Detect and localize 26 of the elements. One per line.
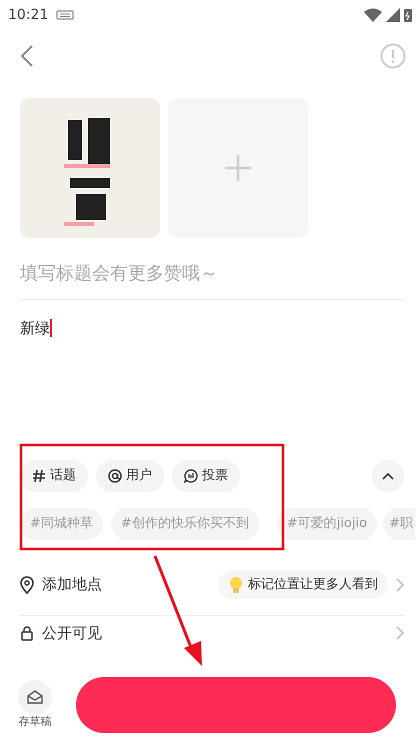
chevron-right-icon xyxy=(396,578,404,592)
visibility-label: 公开可见 xyxy=(42,622,102,644)
poll-icon xyxy=(184,469,198,483)
status-time: 10:21 xyxy=(8,6,48,24)
plus-icon xyxy=(225,155,251,181)
back-icon[interactable] xyxy=(20,44,34,68)
at-icon xyxy=(108,469,122,483)
keyboard-icon xyxy=(56,10,74,20)
chevron-right-icon xyxy=(396,626,404,640)
hash-icon xyxy=(32,469,46,483)
location-hint[interactable]: 标记位置让更多人看到 xyxy=(218,570,388,600)
toolbar-chip[interactable]: 投票 xyxy=(172,460,240,492)
battery-icon xyxy=(404,8,412,22)
inbox-icon xyxy=(27,690,43,704)
toolbar-chip[interactable]: 用户 xyxy=(96,460,164,492)
light-bulb-icon xyxy=(228,576,244,594)
location-pin-icon xyxy=(20,576,34,594)
location-label: 添加地点 xyxy=(42,574,102,596)
wifi-icon xyxy=(364,8,382,22)
text-cursor xyxy=(50,319,52,338)
lock-icon xyxy=(20,625,34,641)
collapse-button[interactable] xyxy=(372,460,404,492)
toolbar-chip[interactable]: 话题 xyxy=(20,460,88,492)
signal-icon xyxy=(386,8,400,22)
body-field[interactable]: 新绿 xyxy=(20,317,52,340)
chevron-up-icon xyxy=(382,472,394,480)
